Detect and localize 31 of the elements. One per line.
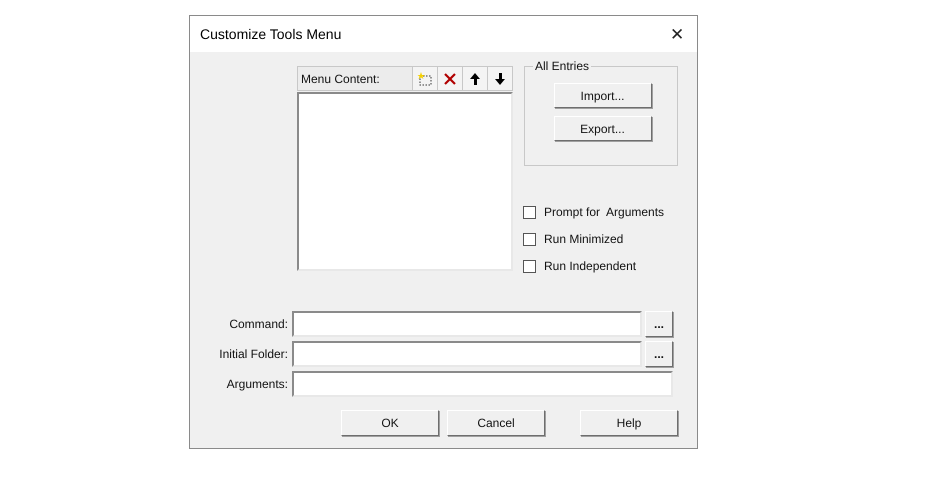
checkbox[interactable] [523,260,536,272]
move-down-button[interactable] [487,67,512,90]
input-field[interactable] [292,311,642,337]
browse-button[interactable]: ... [645,341,673,367]
new-button[interactable] [412,67,437,90]
down-arrow-icon [492,70,508,86]
ok-button[interactable]: OK [341,410,439,436]
move-up-button[interactable] [462,67,487,90]
delete-icon [442,70,458,86]
new-item-icon [417,70,433,86]
checkbox[interactable] [523,232,536,246]
export-button[interactable]: Export... [554,116,652,141]
close-button[interactable]: ✕ [667,24,687,44]
checkbox-label: Run Minimized [544,231,624,248]
input-field[interactable] [292,341,642,367]
import-button[interactable]: Import... [554,83,652,108]
field-label: Initial Folder: [218,346,289,363]
checkbox-label: Run Independent [544,258,636,275]
input-field[interactable] [292,371,673,397]
browse-button[interactable]: ... [645,311,673,337]
group-title: All Entries [533,59,592,73]
list-label: Menu Content: [300,70,380,88]
help-button[interactable]: Help [580,410,678,436]
up-arrow-icon [467,70,483,86]
delete-button[interactable] [437,67,462,90]
field-label: Arguments: [226,376,289,393]
cancel-button[interactable]: Cancel [447,410,545,436]
window-title: Customize Tools Menu [200,24,342,44]
checkbox-label: Prompt for Arguments [544,204,664,221]
checkbox[interactable] [523,206,536,218]
field-label: Command: [228,316,289,333]
